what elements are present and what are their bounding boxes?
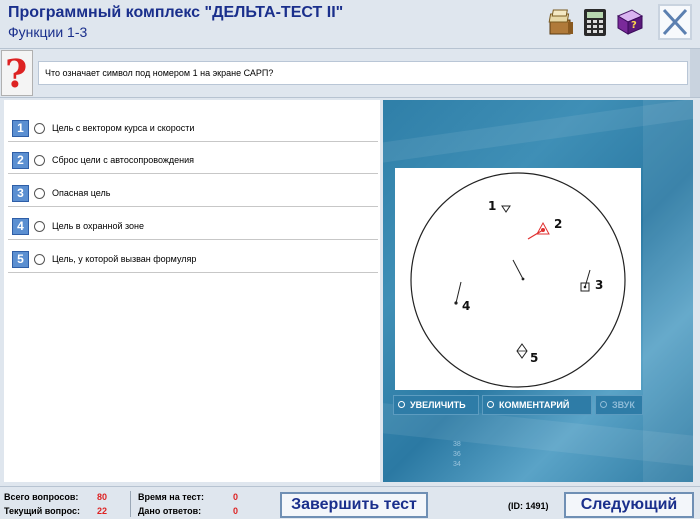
answer-option[interactable]: 3 Опасная цель — [8, 179, 378, 207]
answer-radio[interactable] — [34, 188, 45, 199]
header: Программный комплекс "ДЕЛЬТА-ТЕСТ II" Фу… — [0, 0, 700, 46]
magnifier-icon — [398, 401, 405, 408]
media-toolbar: УВЕЛИЧИТЬ КОММЕНТАРИЙ ЗВУК — [393, 395, 643, 415]
calculator-icon[interactable] — [580, 6, 610, 38]
finish-test-button[interactable]: Завершить тест — [280, 492, 428, 518]
radar-screen-image[interactable]: 1 2 3 4 5 — [395, 168, 641, 390]
time-label: Время на тест: — [138, 492, 204, 502]
answer-number-badge: 5 — [12, 251, 29, 268]
answers-panel: 1 Цель с вектором курса и скорости 2 Сбр… — [4, 100, 380, 482]
answered-value: 0 — [233, 506, 239, 516]
answer-option[interactable]: 4 Цель в охранной зоне — [8, 212, 378, 240]
svg-text:?: ? — [5, 51, 27, 95]
close-icon — [662, 8, 688, 36]
sound-button[interactable]: ЗВУК — [595, 395, 643, 415]
total-questions-value: 80 — [97, 492, 108, 502]
svg-text:?: ? — [631, 20, 637, 31]
next-button[interactable]: Следующий — [564, 492, 694, 518]
radar-label-1: 1 — [488, 199, 496, 213]
background-numbers: 38 36 34 — [453, 441, 461, 468]
question-bar: ? Что означает символ под номером 1 на э… — [0, 48, 700, 98]
answer-radio[interactable] — [34, 254, 45, 265]
answer-radio[interactable] — [34, 123, 45, 134]
app-title: Программный комплекс "ДЕЛЬТА-ТЕСТ II" — [8, 4, 344, 21]
answer-label: Цель с вектором курса и скорости — [52, 123, 195, 133]
radar-label-5: 5 — [530, 351, 538, 365]
current-question-label: Текущий вопрос: — [4, 506, 80, 516]
book-stack-icon[interactable] — [546, 6, 576, 38]
answer-number-badge: 2 — [12, 152, 29, 169]
answer-label: Сброс цели с автосопровождения — [52, 155, 195, 165]
question-mark-icon: ? — [1, 50, 33, 96]
answer-number-badge: 4 — [12, 218, 29, 235]
current-question-value: 22 — [97, 506, 108, 516]
question-id: (ID: 1491) — [508, 501, 549, 511]
time-value: 0 — [233, 492, 239, 502]
comment-button[interactable]: КОММЕНТАРИЙ — [482, 395, 592, 415]
status-bar: Всего вопросов: 80 Текущий вопрос: 22 Вр… — [0, 486, 700, 519]
answer-number-badge: 3 — [12, 185, 29, 202]
answer-option[interactable]: 2 Сброс цели с автосопровождения — [8, 146, 378, 174]
radar-label-3: 3 — [595, 278, 603, 292]
divider — [130, 491, 131, 517]
answer-label: Цель, у которой вызван формуляр — [52, 254, 197, 264]
radar-label-4: 4 — [462, 299, 470, 313]
answer-radio[interactable] — [34, 155, 45, 166]
bg-stripe — [643, 100, 693, 482]
total-questions-label: Всего вопросов: — [4, 492, 79, 502]
question-bar-scroll — [690, 49, 700, 97]
help-book-icon[interactable]: ? — [614, 6, 644, 38]
magnifier-icon — [600, 401, 607, 408]
question-text: Что означает символ под номером 1 на экр… — [38, 61, 688, 85]
magnifier-icon — [487, 401, 494, 408]
media-panel: 1 2 3 4 5 УВЕЛИЧИТЬ КОММЕНТАРИЙ ЗВУК 38 … — [383, 100, 693, 482]
answer-number-badge: 1 — [12, 120, 29, 137]
answer-option[interactable]: 5 Цель, у которой вызван формуляр — [8, 245, 378, 273]
answer-label: Опасная цель — [52, 188, 111, 198]
zoom-button[interactable]: УВЕЛИЧИТЬ — [393, 395, 479, 415]
answer-label: Цель в охранной зоне — [52, 221, 144, 231]
radar-label-2: 2 — [554, 217, 562, 231]
answered-label: Дано ответов: — [138, 506, 202, 516]
close-button[interactable] — [658, 4, 692, 40]
app-subtitle: Функции 1-3 — [8, 24, 88, 40]
answer-radio[interactable] — [34, 221, 45, 232]
answer-option[interactable]: 1 Цель с вектором курса и скорости — [8, 114, 378, 142]
